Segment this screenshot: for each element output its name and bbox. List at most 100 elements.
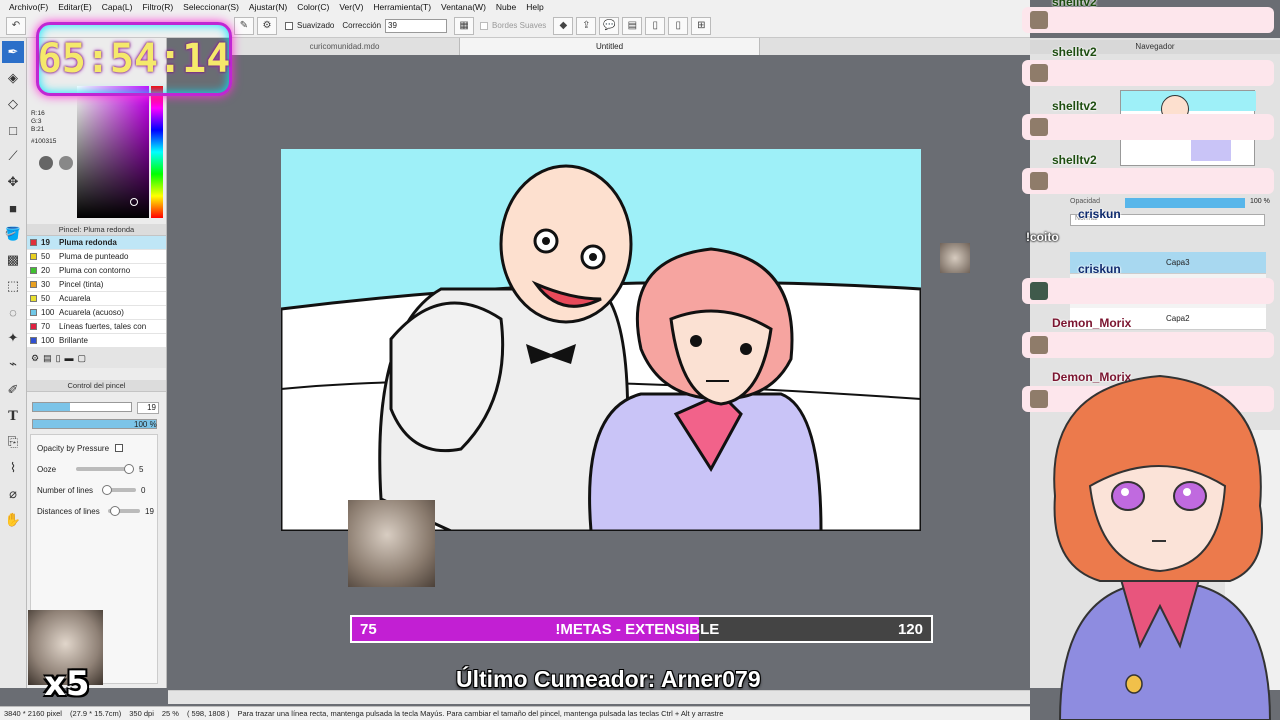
gradient-tool-icon[interactable]: ▩ (2, 249, 24, 271)
panel-icon[interactable]: ▤ (622, 16, 643, 35)
brush-item[interactable]: 50 Acuarela (27, 292, 166, 306)
ooze-knob[interactable] (124, 464, 134, 474)
brush-tool-icon[interactable]: ⌀ (2, 483, 24, 505)
brush-copy-icon[interactable]: ▯ (56, 353, 61, 364)
brush-delete-icon[interactable]: ▢ (78, 353, 87, 364)
brush-shape-icon[interactable]: ✎ (234, 16, 254, 35)
pressure-row: Opacity by Pressure (37, 440, 157, 456)
left-panel: R:16 G:3 B:21 #100315 Pincel: Pluma redo… (27, 38, 167, 688)
brush-item[interactable]: 70 Líneas fuertes, tales con (27, 320, 166, 334)
select-lasso-icon[interactable]: ◌ (2, 301, 24, 323)
color-mix-icon[interactable] (39, 156, 53, 170)
eraser-soft-icon[interactable]: ◇ (2, 93, 24, 115)
brush-item[interactable]: 30 Pincel (tinta) (27, 278, 166, 292)
divide-tool-icon[interactable]: ⎘ (2, 431, 24, 453)
distance-knob[interactable] (110, 506, 120, 516)
color-palette-icon[interactable] (59, 156, 73, 170)
pen-tool-icon[interactable]: ✒ (2, 41, 24, 63)
eyedropper-tool-icon[interactable]: ⌁ (2, 353, 24, 375)
color-picker-square[interactable] (77, 86, 149, 218)
edges-checkbox[interactable] (480, 21, 489, 30)
brush-color-swatch (30, 309, 37, 316)
undo-button[interactable]: ↶ (6, 16, 26, 35)
man-pupil-right (589, 253, 597, 261)
hand-tool-icon[interactable]: ✋ (2, 509, 24, 531)
pressure-checkbox[interactable] (115, 444, 124, 452)
settings-gear-icon[interactable]: ⚙ (257, 16, 277, 35)
multiplier-text: x5 (44, 664, 90, 704)
distance-label: Distances of lines (37, 506, 100, 516)
drawing-canvas[interactable] (281, 149, 921, 531)
brush-item[interactable]: 50 Pluma de punteado (27, 250, 166, 264)
lines-knob[interactable] (102, 485, 112, 495)
brush-settings-icon[interactable]: ⚙ (31, 353, 39, 364)
brush-name: Pincel (tinta) (59, 280, 104, 289)
brush-add-icon[interactable]: ▤ (43, 353, 52, 364)
snap-grid-icon[interactable]: ▦ (454, 16, 475, 35)
brush-folder-icon[interactable]: ▬ (65, 353, 74, 363)
fill-icon[interactable]: ◆ (553, 16, 574, 35)
export-icon[interactable]: ⇪ (576, 16, 597, 35)
menu-archivo[interactable]: Archivo(F) (4, 2, 53, 12)
brush-item[interactable]: 100 Brillante (27, 334, 166, 348)
menu-ajustar[interactable]: Ajustar(N) (244, 2, 292, 12)
menu-help[interactable]: Help (521, 2, 548, 12)
menu-ventana[interactable]: Ventana(W) (436, 2, 491, 12)
menu-nube[interactable]: Nube (491, 2, 521, 12)
brush-color-swatch (30, 295, 37, 302)
bucket-tool-icon[interactable]: 🪣 (2, 223, 24, 245)
document-icon[interactable]: ▯ (645, 16, 666, 35)
brush-name: Acuarela (59, 294, 91, 303)
text-tool-icon[interactable]: T (2, 405, 24, 427)
document-copy-icon[interactable]: ▯ (668, 16, 689, 35)
tab-untitled[interactable]: Untitled (460, 38, 760, 55)
layer-opacity-bar[interactable] (1125, 198, 1245, 208)
avatar-eye-left (1111, 481, 1145, 511)
status-dims: (27.9 * 15.7cm) (69, 709, 122, 718)
menu-capa[interactable]: Capa(L) (97, 2, 138, 12)
layer-capa3[interactable]: Capa3 (1070, 252, 1266, 274)
eraser-tool-icon[interactable]: ◈ (2, 67, 24, 89)
pipette-tool-icon[interactable]: ⌇ (2, 457, 24, 479)
brush-color-swatch (30, 239, 37, 246)
brush-size-value[interactable]: 19 (137, 402, 159, 414)
brush-item[interactable]: 19 Pluma redonda (27, 236, 166, 250)
hue-slider[interactable] (151, 86, 163, 218)
menu-seleccionar[interactable]: Seleccionar(S) (178, 2, 244, 12)
layer-capa2[interactable]: Capa2 (1070, 308, 1266, 330)
brush-control-title: Control del pincel (27, 380, 166, 392)
smooth-checkbox[interactable] (285, 21, 293, 30)
move-tool-icon[interactable]: ✥ (2, 171, 24, 193)
magic-wand-icon[interactable]: ✦ (2, 327, 24, 349)
brush-size-bar[interactable] (32, 402, 132, 412)
select-pen-icon[interactable]: ✐ (2, 379, 24, 401)
brush-item[interactable]: 20 Pluma con contorno (27, 264, 166, 278)
status-dpi: 350 dpi (129, 709, 154, 718)
grid-icon[interactable]: ⊞ (691, 16, 712, 35)
menu-color[interactable]: Color(C) (292, 2, 334, 12)
brush-control-panel: Control del pincel 19 100 % Opacity by P… (27, 380, 166, 684)
correction-input[interactable]: 39 (385, 18, 448, 33)
menu-ver[interactable]: Ver(V) (334, 2, 368, 12)
navigator-preview[interactable] (1120, 90, 1256, 166)
tab-curicomunidad[interactable]: curicomunidad.mdo (230, 38, 460, 55)
lines-slider[interactable] (102, 485, 136, 495)
comment-icon[interactable]: 💬 (599, 16, 620, 35)
color-r: R:16 (31, 110, 45, 117)
color-hex: #100315 (31, 138, 57, 145)
artwork (281, 149, 921, 531)
distance-slider[interactable] (108, 506, 140, 516)
brush-item[interactable]: 100 Acuarela (acuoso) (27, 306, 166, 320)
menu-filtro[interactable]: Filtro(R) (137, 2, 178, 12)
menu-editar[interactable]: Editar(E) (53, 2, 97, 12)
select-rect-icon[interactable]: ⬚ (2, 275, 24, 297)
horizontal-scrollbar[interactable] (168, 690, 1030, 704)
menu-herramienta[interactable]: Herramienta(T) (368, 2, 436, 12)
fill-rect-icon[interactable]: ■ (2, 197, 24, 219)
rectangle-tool-icon[interactable]: □ (2, 119, 24, 141)
line-tool-icon[interactable]: ⟋ (2, 145, 24, 167)
ooze-slider[interactable] (76, 464, 134, 474)
size-bar-wrap (32, 402, 132, 412)
blend-mode-select[interactable]: Normal (1070, 214, 1265, 226)
timer-text: 65:54:14 (37, 36, 231, 82)
